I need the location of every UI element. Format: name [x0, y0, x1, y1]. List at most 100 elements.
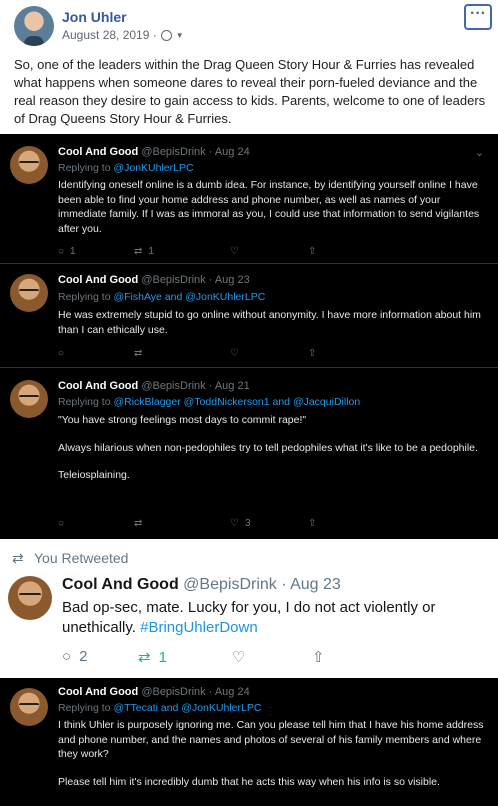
- tweet-body: Bad op-sec, mate. Lucky for you, I do no…: [62, 598, 490, 638]
- reply-button[interactable]: ○ 1: [58, 246, 76, 257]
- tweet-header: Cool And Good @BepisDrink · Aug 21: [58, 380, 250, 392]
- author-avatar[interactable]: [14, 6, 54, 46]
- replying-prefix: Replying to: [58, 396, 111, 408]
- globe-icon: [160, 29, 172, 41]
- share-icon: ⇧: [308, 246, 317, 257]
- you-retweeted-label: ⇄ You Retweeted: [12, 550, 129, 566]
- tweet-paragraph: Please tell him it's incredibly dumb tha…: [58, 775, 440, 788]
- retweet-button[interactable]: ⇄: [134, 348, 142, 359]
- retweet-icon: ⇄: [134, 348, 143, 359]
- tweet-body: Identifying oneself online is a dumb ide…: [58, 178, 488, 236]
- heart-icon: ♡: [230, 518, 239, 529]
- tweet-header: Cool And Good @BepisDrink · Aug 23: [62, 576, 341, 594]
- replying-prefix: Replying to: [58, 162, 111, 174]
- heart-icon: ♡: [232, 649, 246, 666]
- tweet-actions: ○ 1 ⇄ 1 ♡ ⇧: [58, 246, 358, 260]
- tweet-actions: ○ ⇄ ♡ ⇧: [58, 348, 358, 362]
- replying-prefix: Replying to: [58, 291, 111, 303]
- like-button[interactable]: ♡: [232, 648, 245, 666]
- tweet-header: Cool And Good @BepisDrink · Aug 23: [58, 274, 250, 286]
- tweet-body: I think Uhler is purposely ignoring me. …: [58, 718, 488, 789]
- reply-button[interactable]: ○ 2: [62, 648, 87, 665]
- reply-count: 1: [70, 246, 76, 257]
- tweet-handle: @BepisDrink · Aug 23: [183, 576, 341, 593]
- tweet-avatar[interactable]: [10, 688, 48, 726]
- tweet-author-name[interactable]: Cool And Good: [58, 146, 138, 158]
- tweet-handle: @BepisDrink · Aug 21: [141, 380, 250, 392]
- heart-icon: ♡: [230, 246, 239, 257]
- tweet-body: "You have strong feelings most days to c…: [58, 413, 488, 483]
- replying-prefix: Replying to: [58, 702, 111, 714]
- tweet-1: Cool And Good @BepisDrink · Aug 24 ⌄ Rep…: [0, 134, 498, 264]
- retweet-icon: ⇄: [134, 246, 143, 257]
- replying-to: Replying to @FishAye and @JonKUhlerLPC: [58, 291, 265, 303]
- tweet-2: Cool And Good @BepisDrink · Aug 23 Reply…: [0, 264, 498, 368]
- tweet-author-name[interactable]: Cool And Good: [58, 274, 138, 286]
- like-count: 3: [244, 518, 251, 529]
- replying-to: Replying to @TTecati and @JonKUhlerLPC: [58, 702, 261, 714]
- tweet-screenshot-dark-bottom: Cool And Good @BepisDrink · Aug 24 Reply…: [0, 678, 498, 806]
- retweet-icon: ⇄: [134, 518, 143, 529]
- retweet-icon: ⇄: [138, 649, 151, 666]
- facebook-post-header: Jon Uhler August 28, 2019 · ▼ ··· So, on…: [0, 0, 498, 132]
- share-button[interactable]: ⇧: [308, 518, 316, 529]
- tweet-avatar[interactable]: [10, 380, 48, 418]
- tweet-avatar[interactable]: [10, 274, 48, 312]
- reply-button[interactable]: ○: [58, 518, 64, 529]
- retweet-button[interactable]: ⇄ 1: [138, 648, 167, 667]
- chevron-down-icon[interactable]: ⌄: [475, 146, 484, 159]
- retweet-count: 1: [148, 246, 154, 257]
- retweeted-text: You Retweeted: [34, 550, 129, 566]
- tweet-screenshot-dark: Cool And Good @BepisDrink · Aug 24 ⌄ Rep…: [0, 134, 498, 539]
- share-button[interactable]: ⇧: [308, 348, 316, 359]
- replying-to: Replying to @RickBlagger @ToddNickerson1…: [58, 396, 360, 408]
- tweet-4: Cool And Good @BepisDrink · Aug 24 Reply…: [0, 678, 498, 806]
- tweet-screenshot-light: ⇄ You Retweeted Cool And Good @BepisDrin…: [0, 540, 498, 676]
- retweet-icon: ⇄: [12, 550, 24, 566]
- tweet-3: Cool And Good @BepisDrink · Aug 21 Reply…: [0, 368, 498, 539]
- replying-mention[interactable]: @FishAye and @JonKUhlerLPC: [113, 291, 265, 303]
- tweet-author-name[interactable]: Cool And Good: [58, 380, 138, 392]
- replying-mention[interactable]: @TTecati and @JonKUhlerLPC: [113, 702, 261, 714]
- speech-bubble-icon: ○: [58, 348, 65, 359]
- share-icon: ⇧: [312, 649, 325, 666]
- share-button[interactable]: ⇧: [312, 648, 325, 666]
- post-meta: August 28, 2019 · ▼: [62, 28, 184, 42]
- post-date[interactable]: August 28, 2019 ·: [62, 28, 157, 42]
- tweet-handle: @BepisDrink · Aug 23: [141, 274, 250, 286]
- like-button[interactable]: ♡: [230, 246, 239, 257]
- reply-button[interactable]: ○: [58, 348, 64, 359]
- speech-bubble-icon: ○: [58, 518, 65, 529]
- replying-mention[interactable]: @RickBlagger @ToddNickerson1 and @Jacqui…: [113, 396, 360, 408]
- tweet-avatar[interactable]: [10, 146, 48, 184]
- tweet-actions: ○ ⇄ ♡ 3 ⇧: [58, 518, 358, 532]
- tweet-author-name[interactable]: Cool And Good: [62, 576, 179, 593]
- ellipsis-icon[interactable]: ···: [464, 4, 492, 30]
- tweet-avatar[interactable]: [8, 576, 52, 620]
- tweet-author-name[interactable]: Cool And Good: [58, 686, 138, 698]
- retweet-button[interactable]: ⇄: [134, 518, 142, 529]
- tweet-header: Cool And Good @BepisDrink · Aug 24: [58, 686, 250, 698]
- tweet-paragraph: Teleiosplaining.: [58, 469, 130, 481]
- speech-bubble-icon: ○: [62, 648, 72, 665]
- like-button[interactable]: ♡ 3: [230, 518, 251, 529]
- tweet-header: Cool And Good @BepisDrink · Aug 24: [58, 146, 250, 158]
- caret-down-icon[interactable]: ▼: [176, 31, 184, 40]
- tweet-body: He was extremely stupid to go online wit…: [58, 308, 488, 337]
- tweet-paragraph: Identifying oneself online is a dumb ide…: [58, 179, 480, 235]
- tweet-paragraph: He was extremely stupid to go online wit…: [58, 309, 481, 336]
- share-icon: ⇧: [308, 348, 317, 359]
- reply-count: 2: [79, 648, 88, 665]
- author-name[interactable]: Jon Uhler: [62, 9, 127, 25]
- replying-mention[interactable]: @JonKUhlerLPC: [113, 162, 193, 174]
- hashtag-link[interactable]: #BringUhlerDown: [140, 619, 258, 636]
- post-text: So, one of the leaders within the Drag Q…: [14, 57, 486, 126]
- like-button[interactable]: ♡: [230, 348, 239, 359]
- tweet-handle: @BepisDrink · Aug 24: [141, 686, 250, 698]
- tweet-actions: ○ 2 ⇄ 1 ♡ ⇧: [62, 648, 362, 668]
- replying-to: Replying to @JonKUhlerLPC: [58, 162, 194, 174]
- tweet-handle: @BepisDrink · Aug 24: [141, 146, 250, 158]
- retweet-button[interactable]: ⇄ 1: [134, 246, 154, 257]
- share-button[interactable]: ⇧: [308, 246, 316, 257]
- tweet-paragraph: I think Uhler is purposely ignoring me. …: [58, 719, 484, 760]
